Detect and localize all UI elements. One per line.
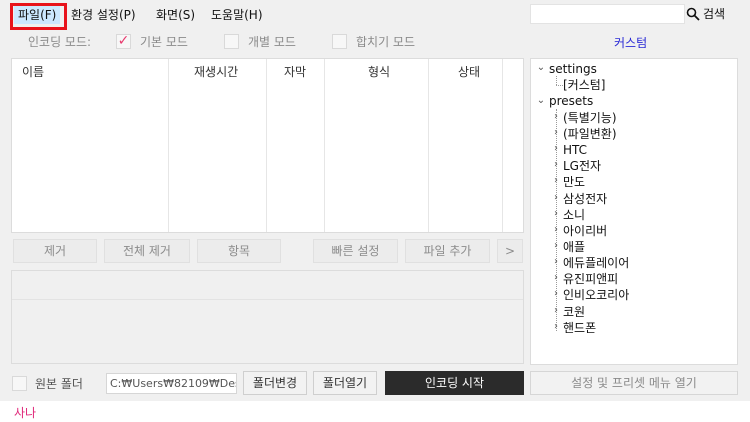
tree-node-preset[interactable]: 소니	[563, 207, 585, 223]
menu-environment-settings[interactable]: 환경 설정(P)	[67, 6, 140, 24]
preset-tree[interactable]: ⌄ settings [커스텀] ⌄ presets › (특별기능) › (파…	[530, 58, 738, 365]
individual-mode-label: 개별 모드	[248, 35, 296, 49]
status-bar	[0, 401, 750, 422]
search-button-label: 검색	[703, 7, 726, 21]
tree-node-preset[interactable]: 애플	[563, 239, 585, 255]
tree-node-preset[interactable]: 에듀플레이어	[563, 255, 629, 271]
chevron-right-icon[interactable]: ›	[551, 127, 561, 138]
menu-bar: 파일(F) 환경 설정(P) 화면(S) 도움말(H) 검색	[0, 0, 750, 30]
column-header-format[interactable]: 형식	[368, 63, 390, 80]
tree-node-preset[interactable]: 만도	[563, 174, 585, 190]
column-divider	[324, 59, 325, 232]
search-icon	[686, 7, 700, 21]
column-divider	[428, 59, 429, 232]
tree-node-presets[interactable]: presets	[549, 93, 593, 109]
menu-view[interactable]: 화면(S)	[152, 6, 199, 24]
output-path-field[interactable]: C:₩Users₩82109₩Desl	[106, 373, 237, 394]
merge-mode-checkbox[interactable]	[332, 34, 347, 49]
custom-preset-link[interactable]: 커스텀	[614, 34, 647, 51]
merge-mode-label: 합치기 모드	[356, 35, 416, 49]
chevron-right-icon[interactable]: ›	[551, 159, 561, 170]
tree-node-preset[interactable]: (특별기능)	[563, 110, 617, 126]
remove-all-button[interactable]: 전체 제거	[104, 239, 190, 263]
column-divider	[502, 59, 503, 232]
add-file-button[interactable]: 파일 추가	[405, 239, 490, 263]
search-input[interactable]	[530, 4, 685, 24]
search-button[interactable]: 검색	[686, 4, 725, 24]
chevron-right-icon[interactable]: ›	[551, 175, 561, 186]
log-panel	[11, 270, 524, 364]
log-header	[12, 271, 523, 300]
change-folder-button[interactable]: 폴더변경	[243, 371, 307, 395]
individual-mode-checkbox[interactable]	[224, 34, 239, 49]
basic-mode-checkbox[interactable]: ✓	[116, 34, 131, 49]
menu-help[interactable]: 도움말(H)	[207, 6, 267, 24]
preset-menu-button[interactable]: 설정 및 프리셋 메뉴 열기	[530, 371, 738, 395]
column-header-name[interactable]: 이름	[22, 63, 44, 80]
basic-mode-label: 기본 모드	[140, 35, 188, 49]
encoding-mode-label: 인코딩 모드:	[28, 35, 92, 49]
item-button[interactable]: 항목	[197, 239, 281, 263]
tree-node-custom[interactable]: [커스텀]	[563, 77, 605, 93]
column-divider	[266, 59, 267, 232]
column-header-subtitle[interactable]: 자막	[284, 63, 306, 80]
column-header-status[interactable]: 상태	[458, 63, 480, 80]
tree-node-preset[interactable]: 삼성전자	[563, 191, 607, 207]
tree-connector	[556, 76, 557, 85]
original-folder-checkbox[interactable]	[12, 376, 27, 391]
status-text: 사나	[14, 406, 37, 420]
tree-node-preset[interactable]: 아이리버	[563, 223, 607, 239]
open-folder-button[interactable]: 폴더열기	[313, 371, 377, 395]
chevron-right-icon[interactable]: ›	[551, 111, 561, 122]
column-header-duration[interactable]: 재생시간	[194, 63, 238, 80]
chevron-right-icon[interactable]: ›	[551, 305, 561, 316]
tree-node-preset[interactable]: 유진피앤피	[563, 271, 618, 287]
tree-node-preset[interactable]: 핸드폰	[563, 320, 596, 336]
quick-settings-button[interactable]: 빠른 설정	[313, 239, 398, 263]
chevron-right-icon[interactable]: ›	[551, 240, 561, 251]
chevron-right-icon[interactable]: ›	[551, 143, 561, 154]
chevron-right-icon[interactable]: ›	[551, 288, 561, 299]
tree-node-preset[interactable]: HTC	[563, 142, 587, 158]
chevron-right-icon[interactable]: ›	[551, 272, 561, 283]
chevron-down-icon[interactable]: ⌄	[536, 95, 546, 106]
chevron-down-icon[interactable]: ⌄	[536, 62, 546, 73]
tree-node-settings[interactable]: settings	[549, 61, 597, 77]
menu-file-highlight	[10, 3, 67, 30]
start-encoding-button[interactable]: 인코딩 시작	[385, 371, 524, 395]
tree-node-preset[interactable]: 인비오코리아	[563, 287, 629, 303]
more-button[interactable]: >	[497, 239, 523, 263]
chevron-right-icon[interactable]: ›	[551, 192, 561, 203]
remove-button[interactable]: 제거	[13, 239, 97, 263]
tree-node-preset[interactable]: (파일변환)	[563, 126, 617, 142]
tree-node-preset[interactable]: 코원	[563, 304, 585, 320]
chevron-right-icon[interactable]: ›	[551, 224, 561, 235]
chevron-right-icon[interactable]: ›	[551, 321, 561, 332]
original-folder-label: 원본 폴더	[35, 377, 83, 391]
chevron-right-icon[interactable]: ›	[551, 208, 561, 219]
tree-connector	[556, 85, 563, 86]
tree-node-preset[interactable]: LG전자	[563, 158, 601, 174]
column-divider	[168, 59, 169, 232]
chevron-right-icon[interactable]: ›	[551, 256, 561, 267]
file-table[interactable]: 이름 재생시간 자막 형식 상태	[11, 58, 524, 233]
